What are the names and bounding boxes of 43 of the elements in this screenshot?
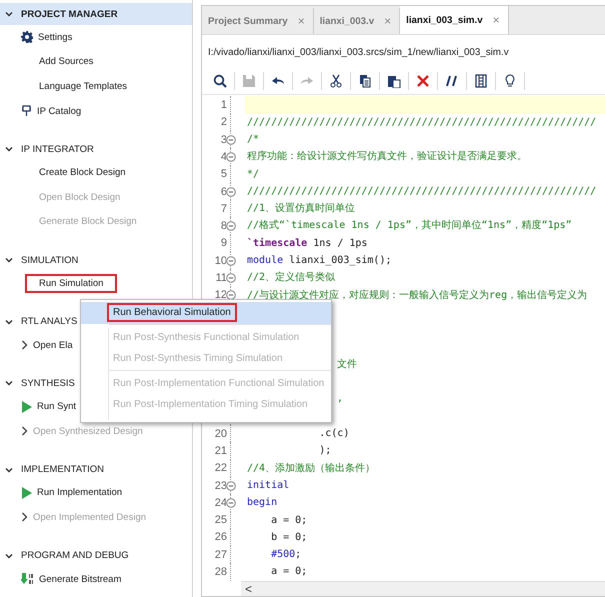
code-text: a = 0;	[270, 566, 308, 578]
code-text: 1ns / 1ps	[312, 238, 368, 249]
code-text: //4、添加激励（输出条件）	[247, 462, 376, 474]
code-text: //1、设置仿真时间单位	[247, 203, 356, 214]
code-text: `timescale	[247, 238, 308, 249]
code-text: */	[247, 168, 260, 180]
line-number: 22	[214, 462, 227, 474]
code-text: 文件	[337, 358, 357, 370]
code-text: //2、定义信号类似	[247, 272, 336, 284]
line-number: 1	[220, 99, 227, 112]
line-number: 21	[214, 444, 227, 457]
code-text: module	[247, 255, 284, 266]
code-text: initial	[247, 480, 290, 491]
code-text: //格式“`timescale 1ns / 1ps”，其中时间单位“1ns”，精度“1ps”	[247, 220, 572, 232]
file-path: I:/vivado/lianxi/lianxi_003/lianxi_003.srcs/sim_1/new/lianxi_003_sim.v	[208, 47, 509, 58]
line-number: 25	[214, 514, 227, 526]
line-number: 11	[214, 272, 227, 284]
line-number: 9	[220, 237, 227, 250]
code-text: ;	[295, 549, 302, 560]
line-number: 20	[214, 428, 227, 440]
line-number: 23	[214, 480, 227, 492]
code-text: //////////////////////////////////////////////////////////	[247, 116, 596, 128]
line-number: 26	[214, 531, 227, 544]
line-number: 28	[214, 566, 227, 578]
line-number: 2	[220, 116, 227, 128]
code-text: ,	[337, 393, 344, 404]
code-text: );	[318, 445, 332, 456]
code-text: lianxi_003_sim();	[288, 255, 392, 266]
code-text: a = 0;	[270, 514, 308, 526]
line-number: 12	[214, 289, 227, 302]
code-text: #500	[271, 549, 296, 560]
line-number: 4	[220, 150, 227, 163]
line-number: 27	[214, 548, 227, 561]
line-number: 5	[220, 168, 227, 180]
code-text: 程序功能：给设计源文件写仿真文件，验证设计是否满足要求。	[247, 151, 527, 162]
code-text: //与设计源文件对应，对应规则：一般输入信号定义为reg，输出信号定义为	[247, 290, 588, 301]
code-text: //////////////////////////////////////////////////////////	[247, 186, 596, 197]
line-number: 7	[220, 202, 227, 215]
line-number: 24	[214, 496, 227, 509]
code-text: b = 0;	[270, 532, 308, 543]
code-text: .c(c)	[318, 428, 350, 440]
code-text: /*	[247, 134, 260, 145]
code-text: begin	[247, 497, 278, 508]
